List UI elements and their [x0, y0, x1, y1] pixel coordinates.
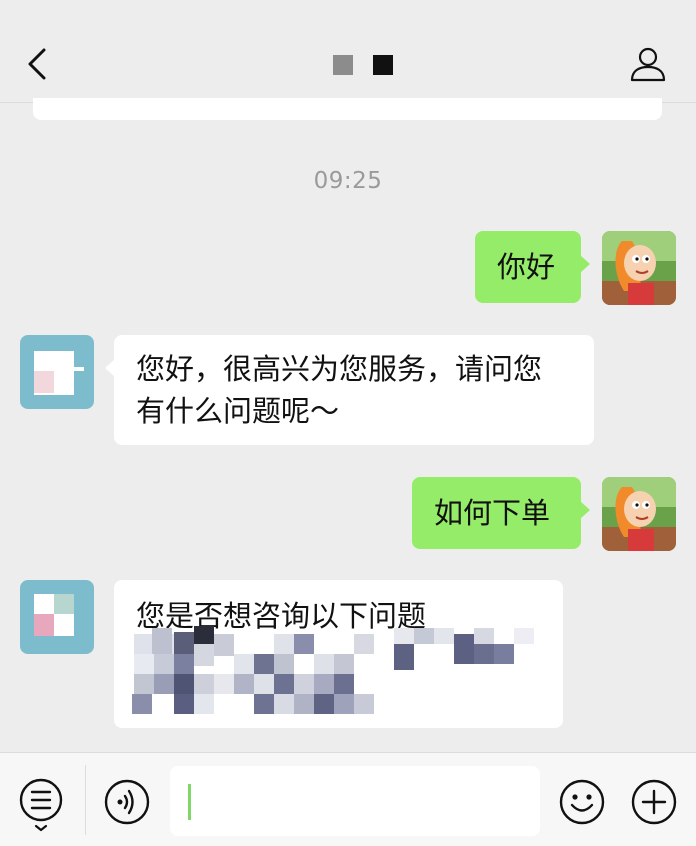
service-avatar[interactable] [20, 580, 94, 654]
message-text-line-1: 您好，很高兴为您服务，请问您 [136, 352, 543, 386]
service-message-bubble[interactable]: 您是否想咨询以下问题 [114, 580, 563, 728]
previous-message-card [33, 98, 662, 120]
my-message-bubble[interactable]: 如何下单 [412, 477, 590, 549]
chat-header [0, 0, 696, 103]
service-avatar[interactable] [20, 335, 94, 409]
text-cursor [188, 784, 191, 820]
service-message-bubble[interactable]: 您好，很高兴为您服务，请问您 有什么问题呢～ [105, 335, 594, 445]
input-bar [0, 752, 696, 846]
smiley-icon[interactable] [558, 778, 606, 826]
redacted-question-list [132, 624, 552, 724]
voice-icon[interactable] [103, 778, 151, 826]
message-text: 如何下单 [434, 496, 551, 530]
my-avatar[interactable] [602, 477, 676, 551]
contact-name-redacted [333, 55, 393, 75]
message-input[interactable] [170, 766, 540, 836]
chevron-left-icon[interactable] [22, 44, 52, 84]
my-avatar[interactable] [602, 231, 676, 305]
message-text-line-2: 有什么问题呢～ [136, 394, 340, 428]
plus-icon[interactable] [630, 778, 678, 826]
user-icon[interactable] [628, 44, 668, 84]
message-text: 你好 [497, 250, 556, 284]
message-timestamp: 09:25 [313, 168, 383, 194]
divider [85, 765, 86, 835]
my-message-bubble[interactable]: 你好 [475, 231, 590, 303]
list-menu-icon[interactable] [18, 777, 64, 833]
